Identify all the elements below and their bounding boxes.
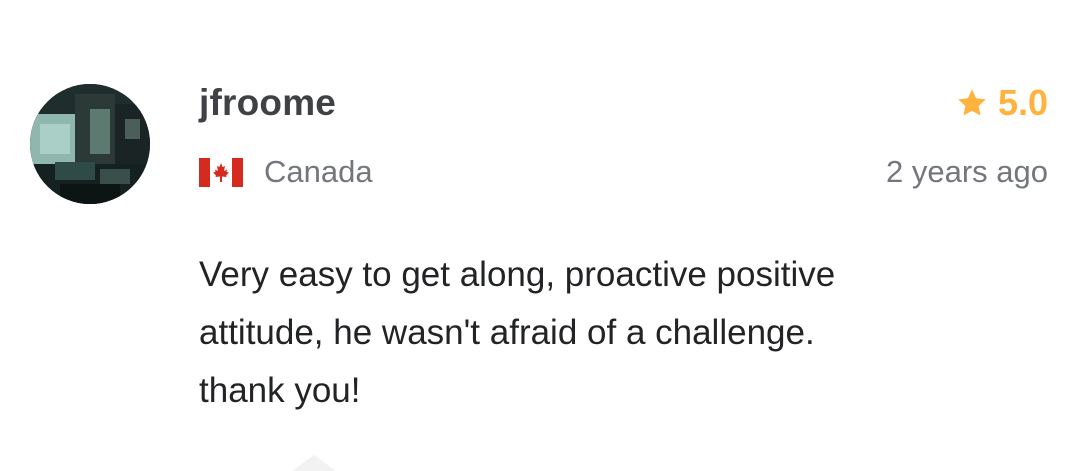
rating: 5.0 [956, 81, 1048, 125]
review-text-line: thank you! [199, 371, 361, 410]
review-text-line: attitude, he wasn't afraid of a challeng… [199, 313, 815, 352]
avatar[interactable] [30, 84, 150, 204]
tooltip-pointer [292, 455, 336, 471]
review-card: jfroome 5.0 Canada 2 years ago Very easy… [0, 0, 1080, 471]
avatar-image [30, 84, 150, 204]
rating-value: 5.0 [997, 82, 1048, 123]
review-text: Very easy to get along, proactive positi… [199, 246, 1049, 420]
star-icon [958, 89, 986, 116]
review-text-line: Very easy to get along, proactive positi… [199, 255, 836, 294]
country-row: Canada [199, 152, 373, 192]
username[interactable]: jfroome [199, 81, 336, 125]
country-name: Canada [264, 154, 373, 189]
canada-flag-icon [199, 157, 243, 187]
review-timestamp: 2 years ago [886, 154, 1048, 189]
